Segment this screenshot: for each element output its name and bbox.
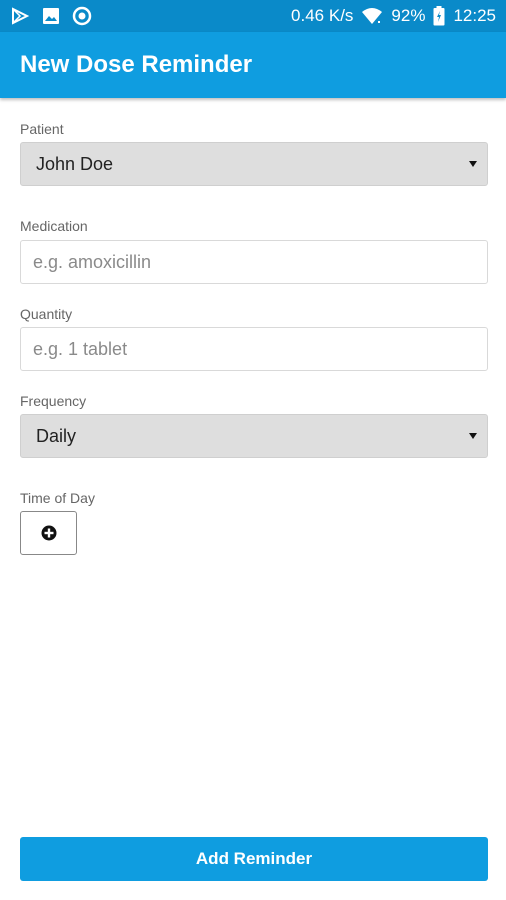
medication-label: Medication bbox=[20, 218, 88, 234]
network-speed: 0.46 K/s bbox=[291, 6, 354, 25]
page-title: New Dose Reminder bbox=[20, 51, 253, 78]
frequency-select[interactable]: Daily bbox=[20, 414, 488, 458]
status-left-icons bbox=[10, 6, 92, 26]
frequency-select-value: Daily bbox=[36, 425, 77, 446]
status-right: 0.46 K/s 92% 12:25 bbox=[291, 6, 496, 26]
clock: 12:25 bbox=[453, 6, 496, 25]
dropdown-caret-icon bbox=[469, 161, 477, 167]
battery-percent: 92% bbox=[391, 6, 426, 25]
play-store-icon bbox=[10, 6, 30, 26]
circle-notification-icon bbox=[72, 6, 92, 26]
time-of-day-label: Time of Day bbox=[20, 490, 95, 506]
quantity-label: Quantity bbox=[20, 306, 73, 322]
add-reminder-button[interactable]: Add Reminder bbox=[20, 837, 488, 881]
status-bar: 0.46 K/s 92% 12:25 bbox=[0, 0, 506, 32]
frequency-label: Frequency bbox=[20, 393, 87, 409]
plus-circle-icon bbox=[41, 525, 57, 541]
battery-icon bbox=[433, 6, 445, 26]
patient-label: Patient bbox=[20, 121, 64, 137]
app-bar: New Dose Reminder bbox=[0, 32, 506, 98]
image-icon bbox=[42, 7, 60, 25]
dropdown-caret-icon bbox=[469, 433, 477, 439]
wifi-icon bbox=[361, 7, 383, 25]
medication-input[interactable] bbox=[20, 240, 488, 284]
patient-select[interactable]: John Doe bbox=[20, 142, 488, 186]
patient-select-value: John Doe bbox=[36, 153, 114, 174]
add-reminder-label: Add Reminder bbox=[195, 849, 313, 868]
quantity-input[interactable] bbox=[20, 327, 488, 371]
add-time-button[interactable] bbox=[20, 511, 77, 555]
